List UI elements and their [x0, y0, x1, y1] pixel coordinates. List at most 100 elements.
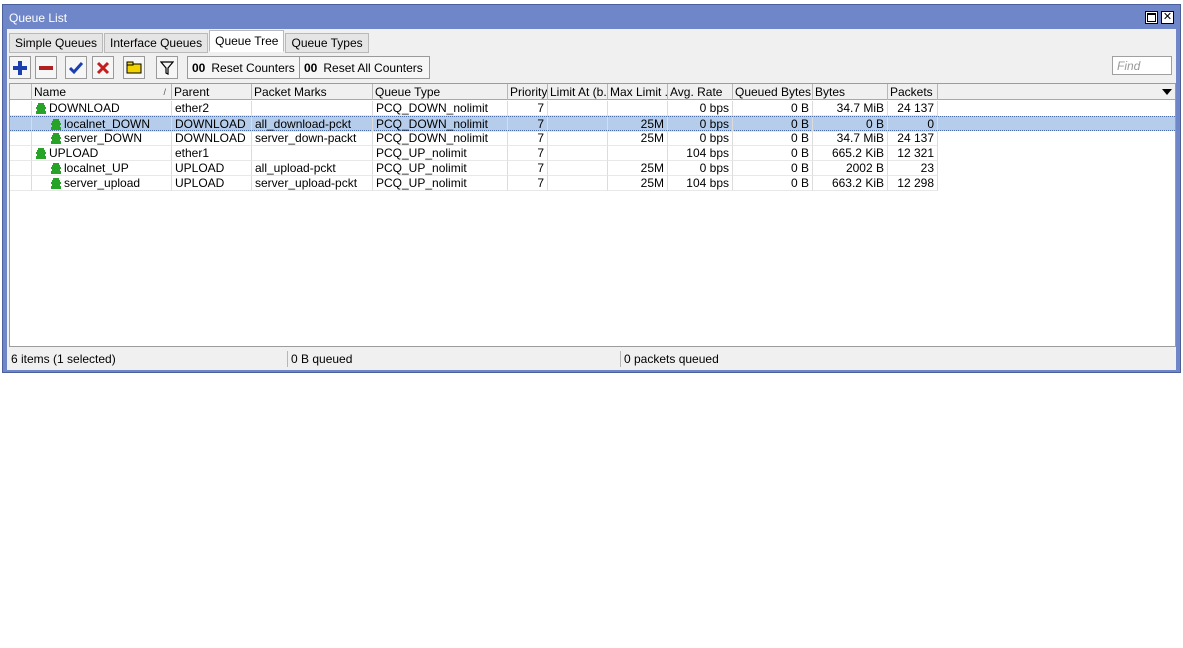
column-menu-dropdown[interactable]	[1159, 84, 1175, 100]
table-row[interactable]: server_DOWN DOWNLOAD server_down-packt PCQ_…	[10, 131, 1175, 146]
plus-icon	[13, 60, 27, 75]
cell-parent: ether1	[172, 146, 252, 161]
queue-name: server_DOWN	[64, 131, 143, 145]
find-input[interactable]	[1112, 56, 1172, 75]
cell-parent: ether2	[172, 101, 252, 116]
column-header-priority[interactable]: Priority	[508, 84, 548, 100]
status-items-count: 6 items (1 selected)	[9, 351, 288, 367]
row-marker	[10, 176, 32, 191]
column-header-avg-rate[interactable]: Avg. Rate	[668, 84, 733, 100]
cell-max-limit	[608, 101, 668, 116]
cell-priority: 7	[508, 131, 548, 146]
tab-simple-queues[interactable]: Simple Queues	[9, 33, 104, 53]
counter-icon: 00	[304, 60, 318, 75]
cell-packet-marks: all_upload-pckt	[252, 161, 373, 176]
tab-queue-types[interactable]: Queue Types	[285, 33, 369, 53]
cell-parent: UPLOAD	[172, 161, 252, 176]
cell-limit-at	[548, 117, 608, 132]
cell-name: DOWNLOAD	[32, 101, 172, 116]
cell-packet-marks	[252, 146, 373, 161]
column-header-label: Queued Bytes	[735, 85, 812, 99]
queue-tree-table: Name / Parent Packet Marks Queue Type Priorit…	[9, 83, 1176, 347]
cell-packet-marks: server_upload-pckt	[252, 176, 373, 191]
column-header-limit-at[interactable]: Limit At (b...	[548, 84, 608, 100]
remove-button[interactable]	[35, 56, 57, 79]
queue-name: DOWNLOAD	[49, 101, 120, 115]
column-header-packet-marks[interactable]: Packet Marks	[252, 84, 373, 100]
maximize-button[interactable]	[1145, 11, 1158, 24]
column-header-parent[interactable]: Parent	[172, 84, 252, 100]
cell-bytes: 2002 B	[813, 161, 888, 176]
status-bar: 6 items (1 selected) 0 B queued 0 packet…	[9, 349, 1176, 369]
title-bar[interactable]: Queue List ✕	[7, 7, 1176, 29]
table-row[interactable]: server_upload UPLOAD server_upload-pckt PCQ…	[10, 176, 1175, 191]
cell-name: localnet_UP	[32, 161, 172, 176]
disable-button[interactable]	[92, 56, 114, 79]
cell-avg-rate: 0 bps	[668, 101, 733, 116]
cell-bytes: 0 B	[813, 117, 888, 132]
cell-packets: 23	[888, 161, 938, 176]
cell-name: localnet_DOWN	[32, 117, 172, 132]
cell-limit-at	[548, 131, 608, 146]
queue-name: server_upload	[64, 176, 141, 190]
reset-all-counters-button[interactable]: 00 Reset All Counters	[299, 56, 430, 79]
reset-counters-button[interactable]: 00 Reset Counters	[187, 56, 302, 79]
cell-max-limit	[608, 146, 668, 161]
check-icon	[69, 61, 83, 74]
queue-icon	[51, 177, 61, 189]
cell-queued-bytes: 0 B	[733, 117, 813, 132]
cell-name: UPLOAD	[32, 146, 172, 161]
minus-icon	[39, 65, 53, 70]
column-header-label: Limit At (b...	[550, 85, 608, 99]
column-header-label: Parent	[174, 85, 210, 99]
queue-icon	[36, 147, 46, 159]
queue-name: localnet_UP	[64, 161, 129, 175]
enable-button[interactable]	[65, 56, 87, 79]
column-header-label: Packets	[890, 85, 933, 99]
cell-avg-rate: 104 bps	[668, 176, 733, 191]
column-header-bytes[interactable]: Bytes	[813, 84, 888, 100]
cell-queued-bytes: 0 B	[733, 176, 813, 191]
row-marker	[10, 101, 32, 116]
cell-avg-rate: 0 bps	[668, 131, 733, 146]
column-header-queued-bytes[interactable]: Queued Bytes	[733, 84, 813, 100]
cell-max-limit: 25M	[608, 176, 668, 191]
column-header-label: Name	[34, 85, 67, 99]
column-header-packets[interactable]: Packets	[888, 84, 938, 100]
table-row[interactable]: DOWNLOAD ether2 PCQ_DOWN_nolimit 7 0 bps 0 B3…	[10, 101, 1175, 116]
cell-queued-bytes: 0 B	[733, 101, 813, 116]
comment-button[interactable]	[123, 56, 145, 79]
queue-icon	[51, 162, 61, 174]
cell-packets: 24 137	[888, 101, 938, 116]
column-header-label: Bytes	[815, 85, 846, 99]
table-row[interactable]: UPLOAD ether1 PCQ_UP_nolimit 7 104 bps 0 B 665…	[10, 146, 1175, 161]
window-client: Simple Queues Interface Queues Queue Tre…	[7, 29, 1176, 370]
queue-icon	[51, 132, 61, 144]
cell-queued-bytes: 0 B	[733, 146, 813, 161]
cell-max-limit: 25M	[608, 131, 668, 146]
status-queued-packets: 0 packets queued	[624, 352, 719, 366]
column-header-name[interactable]: Name /	[32, 84, 172, 100]
tab-interface-queues[interactable]: Interface Queues	[104, 33, 209, 53]
filter-icon	[160, 60, 174, 75]
cell-limit-at	[548, 176, 608, 191]
filter-button[interactable]	[156, 56, 178, 79]
table-row[interactable]: localnet_DOWN DOWNLOAD all_download-pckt PC…	[10, 116, 1175, 132]
column-header-label: Avg. Rate	[670, 85, 723, 99]
cell-priority: 7	[508, 176, 548, 191]
cell-name: server_DOWN	[32, 131, 172, 146]
column-header-label: Max Limit ...	[610, 85, 668, 99]
add-button[interactable]	[9, 56, 31, 79]
tab-queue-tree[interactable]: Queue Tree	[209, 30, 285, 52]
close-button[interactable]: ✕	[1161, 11, 1174, 24]
table-row[interactable]: localnet_UP UPLOAD all_upload-pckt PCQ_UP_n…	[10, 161, 1175, 176]
cell-parent: DOWNLOAD	[172, 117, 252, 132]
cell-packets: 12 298	[888, 176, 938, 191]
toolbar: 00 Reset Counters 00 Reset All Counters	[7, 55, 1176, 81]
status-queued-bytes: 0 B queued	[289, 351, 621, 367]
cell-queue-type: PCQ_DOWN_nolimit	[373, 101, 508, 116]
column-header-label: Priority	[510, 85, 548, 99]
column-header-max-limit[interactable]: Max Limit ...	[608, 84, 668, 100]
column-header-label: Packet Marks	[254, 85, 327, 99]
column-header-queue-type[interactable]: Queue Type	[373, 84, 508, 100]
